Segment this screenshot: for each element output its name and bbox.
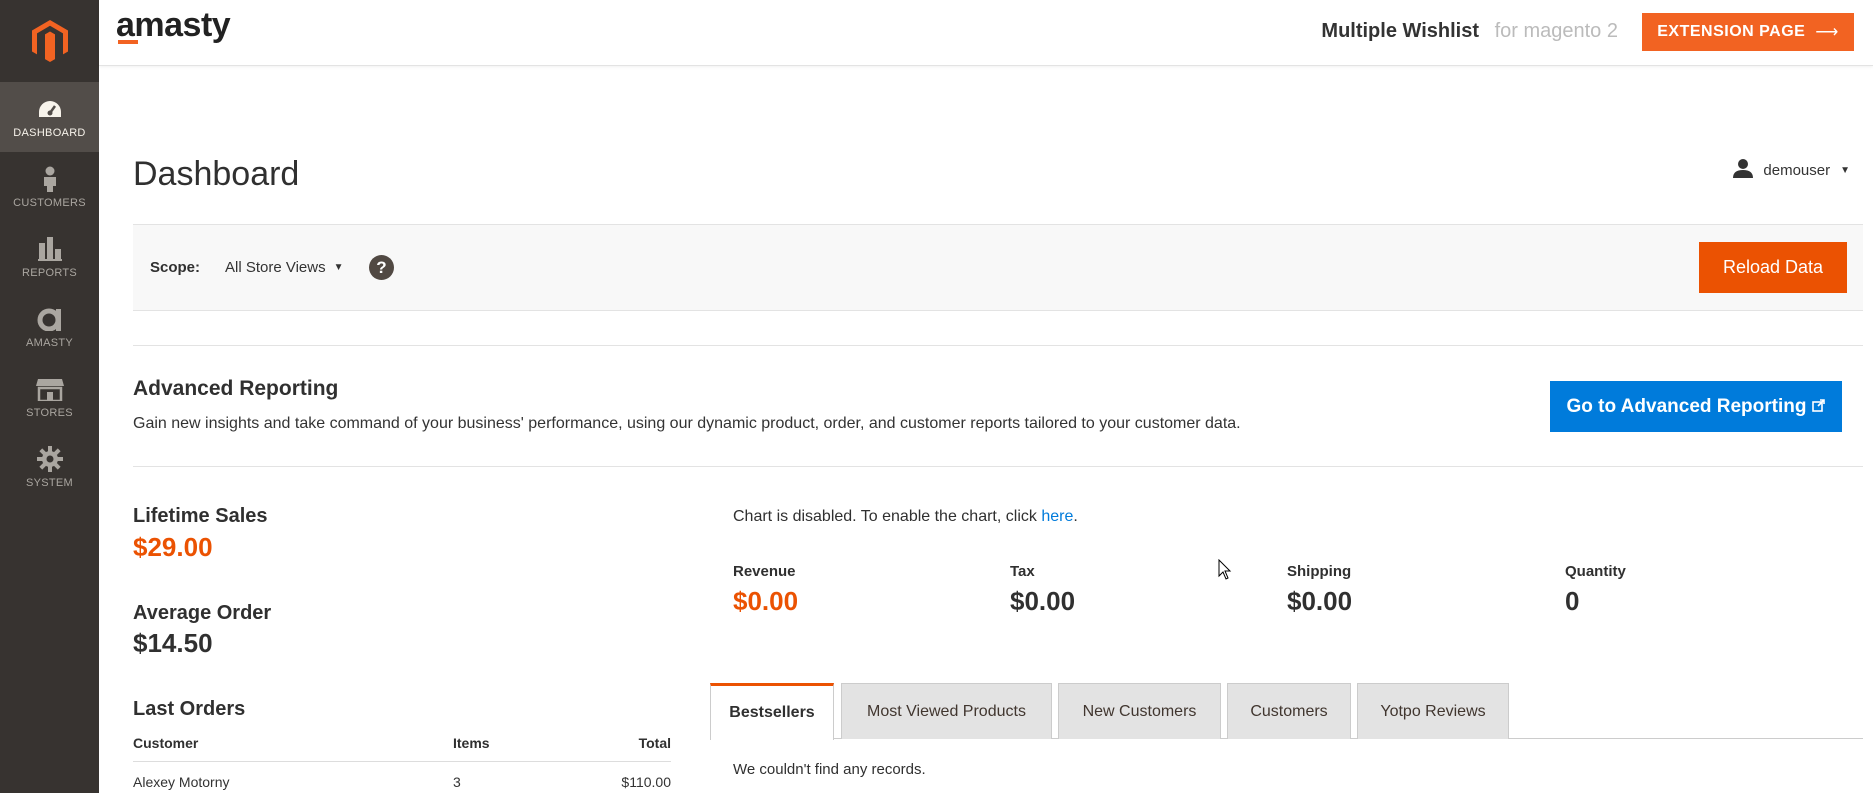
column-header-total: Total — [573, 730, 671, 762]
column-header-items: Items — [453, 730, 573, 762]
extension-page-button[interactable]: EXTENSION PAGE ⟶ — [1642, 13, 1854, 51]
total-value: $0.00 — [1010, 586, 1076, 616]
user-icon — [1733, 158, 1754, 182]
extension-name: Multiple Wishlist — [1321, 20, 1480, 42]
gear-icon — [36, 445, 64, 473]
chart-message-period: . — [1073, 508, 1078, 525]
external-link-icon — [1812, 396, 1826, 418]
divider — [133, 466, 1863, 467]
dashboard-tabs: Bestsellers Most Viewed Products New Cus… — [710, 683, 1863, 740]
tab-most-viewed-products[interactable]: Most Viewed Products — [841, 683, 1052, 739]
extension-platform: for magento 2 — [1494, 20, 1618, 42]
total-revenue: Revenue $0.00 — [733, 563, 798, 617]
promo-banner: amasty Multiple Wishlist for magento 2 E… — [99, 0, 1873, 66]
store-view-switcher[interactable]: All Store Views ▼ — [225, 259, 344, 276]
total-label: Tax — [1010, 563, 1035, 580]
chevron-down-icon: ▼ — [333, 262, 344, 273]
arrow-right-icon: ⟶ — [1815, 24, 1839, 41]
magento-logo-icon — [31, 20, 68, 62]
scope-toolbar: Scope: All Store Views ▼ ? Reload Data — [133, 224, 1863, 311]
page-title: Dashboard — [133, 155, 300, 193]
totals-summary: Revenue $0.00 Tax $0.00 Shipping $0.00 Q… — [733, 563, 1843, 623]
tab-new-customers[interactable]: New Customers — [1058, 683, 1221, 739]
total-quantity: Quantity 0 — [1565, 563, 1626, 617]
customers-icon — [36, 165, 64, 193]
order-items: 3 — [453, 774, 461, 790]
store-view-selected: All Store Views — [225, 259, 326, 276]
tab-customers[interactable]: Customers — [1227, 683, 1351, 739]
sidebar-item-customers[interactable]: CUSTOMERS — [0, 152, 99, 222]
sidebar-item-label: STORES — [26, 407, 73, 419]
lifetime-sales-label: Lifetime Sales — [133, 505, 268, 527]
dashboard-icon — [36, 95, 64, 123]
enable-chart-link[interactable]: here — [1041, 508, 1073, 525]
last-orders-table: Customer Items Total Alexey Motorny 3 $1… — [133, 730, 671, 793]
order-customer: Alexey Motorny — [133, 774, 230, 790]
admin-sidebar: DASHBOARD CUSTOMERS REPORTS AMASTY STORE… — [0, 0, 99, 793]
average-order-label: Average Order — [133, 602, 272, 624]
scope-label: Scope: — [150, 259, 201, 276]
reload-data-button[interactable]: Reload Data — [1699, 242, 1847, 293]
table-header-row: Customer Items Total — [133, 730, 671, 762]
extension-page-label: EXTENSION PAGE — [1657, 23, 1806, 40]
tab-empty-message: We couldn't find any records. — [733, 761, 926, 778]
total-label: Revenue — [733, 563, 796, 580]
table-row[interactable]: Alexey Motorny 3 $110.00 — [133, 762, 671, 793]
chart-disabled-message: Chart is disabled. To enable the chart, … — [733, 508, 1078, 526]
last-orders-title: Last Orders — [133, 698, 246, 720]
amasty-icon — [36, 305, 64, 333]
advanced-reporting-button-label: Go to Advanced Reporting — [1566, 395, 1807, 417]
total-value: 0 — [1565, 586, 1580, 616]
tab-bestsellers[interactable]: Bestsellers — [710, 683, 834, 740]
stores-icon — [35, 375, 64, 403]
advanced-reporting-title: Advanced Reporting — [133, 377, 339, 400]
username: demouser — [1763, 161, 1831, 179]
reports-icon — [36, 235, 64, 263]
total-value: $0.00 — [733, 586, 799, 616]
lifetime-sales-value: $29.00 — [133, 532, 213, 562]
user-menu[interactable]: demouser ▼ — [1733, 158, 1850, 182]
sidebar-item-label: DASHBOARD — [13, 127, 86, 139]
sidebar-item-label: REPORTS — [21, 267, 78, 279]
sidebar-item-reports[interactable]: REPORTS — [0, 222, 99, 292]
chart-message-text: Chart is disabled. To enable the chart, … — [733, 508, 1042, 525]
help-icon[interactable]: ? — [369, 255, 394, 280]
go-to-advanced-reporting-button[interactable]: Go to Advanced Reporting — [1550, 381, 1842, 432]
total-label: Quantity — [1565, 563, 1626, 580]
chevron-down-icon: ▼ — [1840, 164, 1850, 176]
order-total: $110.00 — [621, 774, 671, 790]
column-header-customer: Customer — [133, 730, 453, 762]
sidebar-item-label: SYSTEM — [25, 477, 74, 489]
divider — [133, 345, 1863, 346]
brand-underline — [118, 40, 138, 44]
advanced-reporting-description: Gain new insights and take command of yo… — [133, 415, 1241, 432]
sidebar-item-dashboard[interactable]: DASHBOARD — [0, 82, 99, 152]
sidebar-item-system[interactable]: SYSTEM — [0, 432, 99, 502]
sidebar-item-label: AMASTY — [25, 337, 74, 349]
total-value: $0.00 — [1287, 586, 1353, 616]
total-tax: Tax $0.00 — [1010, 563, 1075, 617]
sidebar-item-stores[interactable]: STORES — [0, 362, 99, 432]
magento-logo[interactable] — [0, 0, 99, 82]
total-label: Shipping — [1287, 563, 1352, 580]
sidebar-item-amasty[interactable]: AMASTY — [0, 292, 99, 362]
sidebar-item-label: CUSTOMERS — [13, 197, 86, 209]
tab-yotpo-reviews[interactable]: Yotpo Reviews — [1357, 683, 1509, 739]
average-order-value: $14.50 — [133, 628, 213, 658]
total-shipping: Shipping $0.00 — [1287, 563, 1352, 617]
extension-title: Multiple Wishlist for magento 2 — [1321, 20, 1618, 43]
mouse-cursor-icon — [1218, 559, 1232, 580]
